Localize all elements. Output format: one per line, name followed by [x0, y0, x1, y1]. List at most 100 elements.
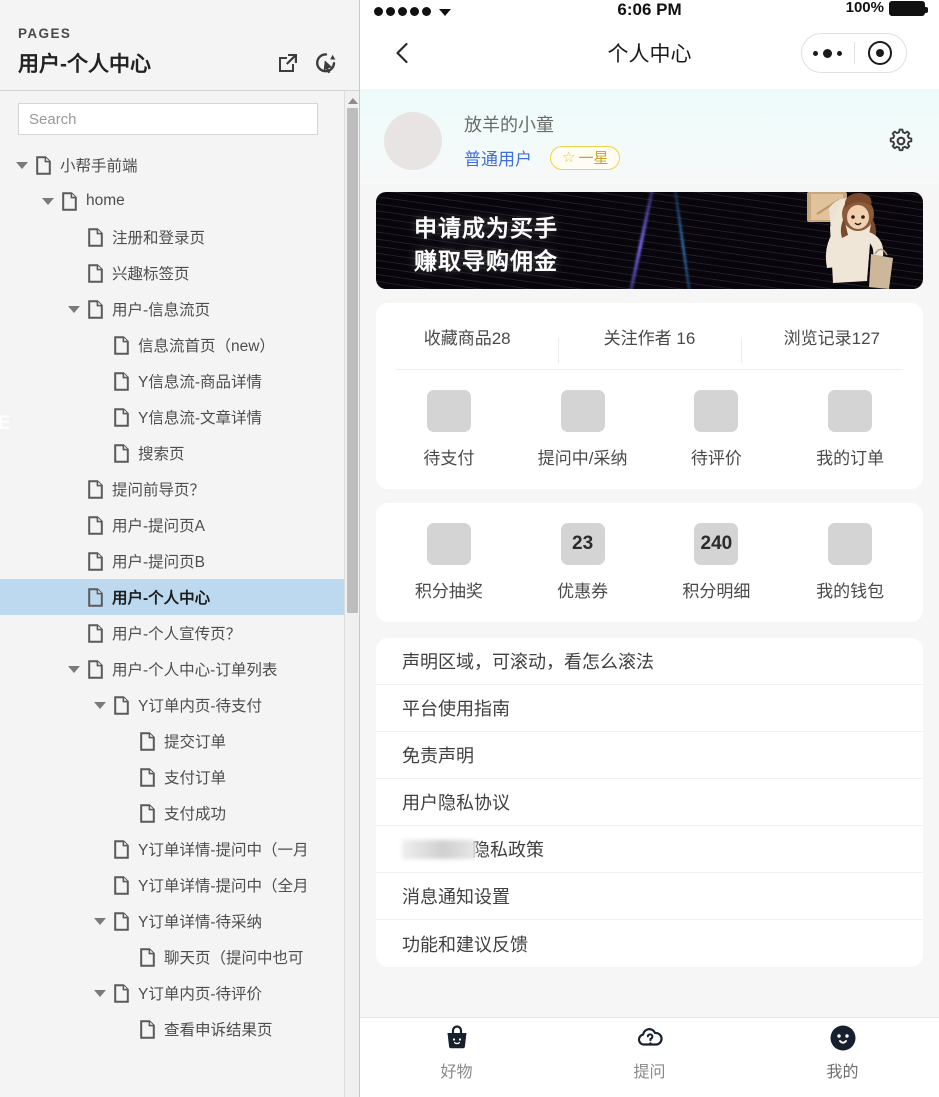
stat-item[interactable]: 收藏商品28: [376, 324, 558, 349]
tree-item[interactable]: Y信息流-商品详情: [0, 363, 359, 399]
tree-item[interactable]: 聊天页（提问中也可: [0, 939, 359, 975]
grid-item-label: 提问中/采纳: [537, 449, 628, 468]
face-icon: [828, 1023, 858, 1053]
order-status-cell[interactable]: 我的订单: [783, 390, 917, 469]
buyer-promo-banner[interactable]: 申请成为买手 赚取导购佣金: [376, 192, 923, 289]
tree-item[interactable]: Y订单内页-待支付: [0, 687, 359, 723]
points-cell[interactable]: 240 积分明细: [650, 523, 784, 602]
avatar[interactable]: [384, 111, 442, 170]
tab-1[interactable]: 好物: [360, 1018, 553, 1086]
grid-item-label: 积分明细: [682, 582, 751, 601]
tree-item[interactable]: 用户-个人中心-订单列表: [0, 651, 359, 687]
gear-icon[interactable]: [887, 127, 915, 155]
miniprogram-capsule[interactable]: [801, 33, 907, 73]
list-item[interactable]: 免责声明: [376, 732, 923, 779]
page-scroll-area[interactable]: 放羊的小童 普通用户 ☆ 一星 申请成为买手 赚取导购佣金 收藏商品28 关注作…: [360, 89, 939, 1017]
chevron-down-icon[interactable]: [92, 913, 108, 929]
tree-item[interactable]: 支付订单: [0, 759, 359, 795]
tree-item[interactable]: Y订单内页-待评价: [0, 975, 359, 1011]
points-cell[interactable]: 23 优惠券: [516, 523, 650, 602]
chevron-down-icon[interactable]: [40, 193, 56, 209]
stats-row: 收藏商品28 关注作者 16 浏览记录127: [376, 303, 923, 369]
list-item[interactable]: 隐私政策: [376, 826, 923, 873]
chevron-down-icon[interactable]: [66, 661, 82, 677]
search-input[interactable]: [18, 103, 318, 135]
tab-2[interactable]: 提问: [553, 1018, 746, 1086]
page-file-icon: [140, 1019, 155, 1039]
open-external-icon[interactable]: [277, 52, 299, 74]
points-card: 积分抽奖 23 优惠券 240 积分明细 我的钱包: [376, 503, 923, 622]
page-file-icon: [88, 515, 103, 535]
tab-3[interactable]: 我的: [746, 1018, 939, 1086]
target-circle-icon[interactable]: [855, 41, 907, 65]
order-status-cell[interactable]: 待评价: [650, 390, 784, 469]
status-badge[interactable]: ☆ 一星: [550, 145, 621, 170]
tree-item[interactable]: 用户-提问页B: [0, 543, 359, 579]
pages-eyebrow: PAGES: [18, 26, 72, 41]
chevron-down-icon[interactable]: [14, 157, 30, 173]
list-item[interactable]: 用户隐私协议: [376, 779, 923, 826]
tree-item-label: 聊天页（提问中也可: [164, 950, 304, 967]
tree-item-label: 用户-提问页B: [112, 554, 206, 571]
tree-item[interactable]: 注册和登录页: [0, 219, 359, 255]
tree-item[interactable]: 提交订单: [0, 723, 359, 759]
tree-item[interactable]: 提问前导页？: [0, 471, 359, 507]
tree-item-label: 用户-个人宣传页？: [112, 626, 242, 643]
list-item-label: 功能和建议反馈: [402, 934, 528, 955]
tree-item[interactable]: 用户-提问页A: [0, 507, 359, 543]
app-root: PAGES 用户-个人中心 Search 小帮手前端 home 注册和登录页 兴…: [0, 0, 939, 1097]
points-cell[interactable]: 积分抽奖: [382, 523, 516, 602]
grid-icon-placeholder: 23: [560, 523, 605, 565]
page-file-icon: [140, 731, 155, 751]
tree-item[interactable]: 兴趣标签页: [0, 255, 359, 291]
more-dots-icon[interactable]: [802, 48, 854, 58]
tree-item[interactable]: 支付成功: [0, 795, 359, 831]
tree-item[interactable]: 信息流首页（new）: [0, 327, 359, 363]
profile-info: 放羊的小童 普通用户 ☆ 一星: [464, 111, 621, 170]
tree-item-selected[interactable]: 用户-个人中心: [0, 579, 359, 615]
tree-item-label: 查看申诉结果页: [164, 1022, 273, 1039]
tree-item[interactable]: home: [0, 183, 359, 219]
tree-item[interactable]: Y信息流-文章详情: [0, 399, 359, 435]
tree-item-label: Y订单详情-待采纳: [138, 914, 263, 931]
profile-role: 普通用户: [464, 150, 532, 169]
stat-item[interactable]: 浏览记录127: [740, 324, 923, 363]
list-item[interactable]: 声明区域，可滚动，看怎么滚法: [376, 638, 923, 685]
points-cell[interactable]: 我的钱包: [783, 523, 917, 602]
stat-item[interactable]: 关注作者 16: [558, 324, 740, 363]
order-status-cell[interactable]: 提问中/采纳: [516, 390, 650, 469]
tree-item-label: 信息流首页（new）: [138, 338, 275, 355]
list-item[interactable]: 消息通知设置: [376, 873, 923, 920]
chevron-down-icon[interactable]: [92, 985, 108, 1001]
sidebar-scrollbar[interactable]: [344, 91, 359, 1097]
chevron-down-icon[interactable]: [92, 697, 108, 713]
orders-grid: 待支付 提问中/采纳 待评价 我的订单: [376, 370, 923, 489]
chevron-down-icon[interactable]: [66, 301, 82, 317]
list-item[interactable]: 功能和建议反馈: [376, 920, 923, 967]
banner-line2: 赚取导购佣金: [414, 247, 558, 274]
tree-item[interactable]: Y订单详情-提问中（一月: [0, 831, 359, 867]
tree-item[interactable]: 用户-信息流页: [0, 291, 359, 327]
tree-item[interactable]: Y订单详情-提问中（全月: [0, 867, 359, 903]
order-status-cell[interactable]: 待支付: [382, 390, 516, 469]
tree-item-label: 用户-个人中心: [112, 590, 211, 607]
page-file-icon: [88, 659, 103, 679]
list-item-label: 消息通知设置: [402, 887, 510, 907]
page-file-icon: [140, 767, 155, 787]
tree-item[interactable]: 小帮手前端: [0, 147, 359, 183]
tree-item[interactable]: 查看申诉结果页: [0, 1011, 359, 1047]
tree-item[interactable]: 用户-个人宣传页？: [0, 615, 359, 651]
scrollbar-thumb[interactable]: [347, 108, 358, 613]
tree-item[interactable]: 搜索页: [0, 435, 359, 471]
list-item[interactable]: 平台使用指南: [376, 685, 923, 732]
tree-item[interactable]: Y订单详情-待采纳: [0, 903, 359, 939]
scroll-up-arrow-icon[interactable]: [345, 93, 359, 107]
tree-item-label: 搜索页: [138, 446, 185, 463]
preview-cursor-icon[interactable]: [315, 52, 337, 74]
statements-list: 声明区域，可滚动，看怎么滚法 平台使用指南 免责声明 用户隐私协议 隐私政策消息通知设置…: [376, 638, 923, 967]
